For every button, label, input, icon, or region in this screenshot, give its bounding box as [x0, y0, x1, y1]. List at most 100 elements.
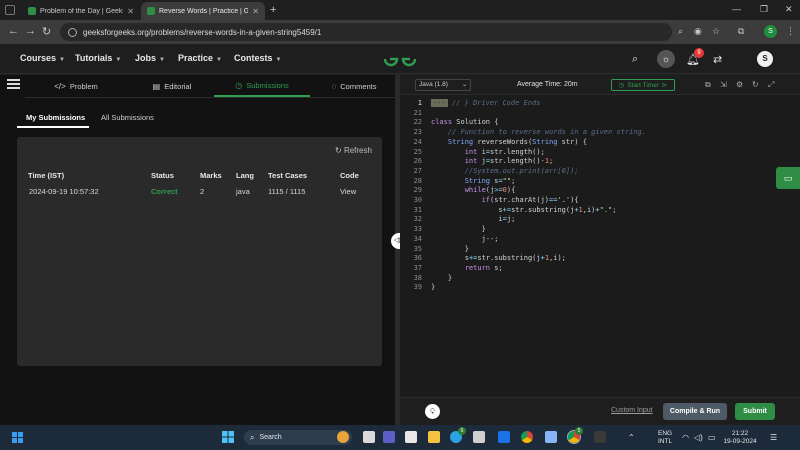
- search-icon: ⌕: [250, 432, 255, 442]
- cell-lang: java: [236, 187, 250, 196]
- browser-menu-icon[interactable]: ⋮: [786, 26, 795, 37]
- menu-courses[interactable]: Courses ▼: [20, 53, 65, 63]
- menu-tutorials[interactable]: Tutorials ▼: [75, 53, 121, 63]
- back-icon[interactable]: ←: [8, 25, 19, 37]
- line-code: }: [431, 244, 469, 253]
- compile-run-button[interactable]: Compile & Run: [663, 403, 727, 420]
- browser-toolbar: ← → ↻ geeksforgeeks.org/problems/reverse…: [0, 20, 800, 44]
- file-explorer-icon[interactable]: [428, 431, 440, 443]
- search-highlight-icon[interactable]: [337, 431, 349, 443]
- reload-icon[interactable]: ↻: [42, 25, 51, 38]
- submit-button[interactable]: Submit: [735, 403, 775, 420]
- search-icon[interactable]: ⌕: [632, 53, 638, 66]
- tab-comments[interactable]: ◌ Comments: [306, 75, 402, 97]
- store-icon[interactable]: [473, 431, 485, 443]
- taskbar-search[interactable]: ⌕ Search: [244, 430, 352, 445]
- site-info-icon[interactable]: [68, 27, 77, 37]
- cell-time: 2024-09-19 10:57:32: [29, 187, 99, 196]
- teams-icon[interactable]: [383, 431, 395, 443]
- menu-practice[interactable]: Practice ▼: [178, 53, 222, 63]
- gfg-logo-icon[interactable]: [382, 50, 418, 68]
- tab-my-submissions[interactable]: My Submissions: [26, 113, 85, 122]
- user-avatar[interactable]: S: [757, 51, 773, 67]
- extensions-icon[interactable]: ⧉: [738, 26, 744, 37]
- cell-status: Correct: [151, 187, 178, 196]
- hide-eye-icon[interactable]: ◉: [694, 26, 702, 37]
- line-number: 37: [413, 263, 422, 272]
- gfg-favicon-icon: [147, 7, 155, 15]
- line-code: }: [431, 273, 453, 282]
- address-bar[interactable]: geeksforgeeks.org/problems/reverse-words…: [60, 23, 672, 41]
- bookmark-star-icon[interactable]: ☆: [712, 26, 720, 37]
- terminal-icon[interactable]: [594, 431, 606, 443]
- hint-bulb-icon[interactable]: 💡︎: [425, 404, 440, 419]
- problem-panel: </> Problem ▤ Editorial ◷ Submissions ◌ Comm…: [0, 75, 395, 425]
- volume-icon[interactable]: ◁): [694, 433, 703, 442]
- theme-toggle-icon[interactable]: ☼: [657, 50, 675, 68]
- menu-jobs[interactable]: Jobs ▼: [135, 53, 165, 63]
- code-icon: </>: [54, 81, 66, 91]
- chrome-icon[interactable]: [521, 431, 533, 443]
- clock-icon: ◷: [235, 80, 243, 90]
- active-subtab-underline: [17, 126, 89, 128]
- settings-icon[interactable]: ⚙: [736, 80, 743, 89]
- translate-icon[interactable]: ⇄: [713, 53, 722, 66]
- chat-icon[interactable]: ▭: [776, 167, 800, 189]
- windows-start-icon[interactable]: [222, 431, 234, 443]
- clock[interactable]: 21:22 19-09-2024: [720, 430, 760, 446]
- tab-problem[interactable]: </> Problem: [28, 75, 124, 97]
- custom-input-link[interactable]: Custom Input: [611, 407, 653, 414]
- chevron-down-icon: ▼: [159, 57, 165, 63]
- language-select[interactable]: Java (1.8) ⌄: [415, 79, 471, 91]
- browser-profile-avatar[interactable]: S: [764, 25, 777, 38]
- weather-widget-icon[interactable]: [12, 432, 23, 443]
- browser-tab-problem-of-the-day[interactable]: Problem of the Day | GeeksforG ✕: [22, 2, 140, 20]
- notification-center-icon[interactable]: ☰: [770, 433, 777, 442]
- close-window-icon[interactable]: ✕: [785, 4, 793, 15]
- notepad-icon[interactable]: [545, 431, 557, 443]
- menu-contests[interactable]: Contests ▼: [234, 53, 281, 63]
- line-number: 23: [413, 128, 422, 137]
- line-number: 39: [413, 283, 422, 292]
- gfg-favicon-icon: [28, 7, 36, 15]
- chevron-up-icon[interactable]: ⌃: [628, 433, 635, 442]
- view-code-link[interactable]: View: [340, 187, 356, 196]
- line-code: s+=str.substring(j+1,i)+".";: [431, 205, 617, 214]
- chevron-down-icon: ▼: [275, 57, 282, 63]
- tab-editorial[interactable]: ▤ Editorial: [124, 75, 220, 97]
- line-code: //System.out.print(arr[0]);: [464, 166, 579, 175]
- zoom-icon[interactable]: ⌕: [678, 26, 683, 37]
- browser-tab-strip: Problem of the Day | GeeksforG ✕ Reverse…: [0, 0, 800, 20]
- reset-icon[interactable]: ↻: [752, 80, 759, 89]
- close-tab-icon[interactable]: ✕: [127, 7, 134, 16]
- copy-icon[interactable]: ⧉: [705, 80, 711, 90]
- minimize-icon[interactable]: —: [732, 4, 741, 14]
- task-view-icon[interactable]: [363, 431, 375, 443]
- tab-search-icon[interactable]: [5, 5, 15, 15]
- wifi-icon[interactable]: ◠: [682, 433, 689, 442]
- line-code: j--;: [431, 234, 499, 243]
- line-number: 34: [413, 234, 422, 243]
- new-tab-icon[interactable]: +: [270, 4, 276, 16]
- widgets-icon[interactable]: [405, 431, 417, 443]
- notification-badge: 9: [694, 48, 704, 58]
- browser-tab-reverse-words[interactable]: Reverse Words | Practice | Geek ✕: [141, 2, 265, 20]
- forward-icon[interactable]: →: [25, 25, 36, 37]
- submissions-table: ↻ Refresh Time (IST) Status Marks Lang T…: [17, 137, 382, 366]
- hamburger-menu-icon[interactable]: [7, 79, 20, 90]
- fullscreen-icon[interactable]: ⤢: [768, 80, 774, 90]
- code-text-area[interactable]: 1 ··· // } Driver Code Ends 21 22 class Solu…: [400, 96, 800, 397]
- tab-all-submissions[interactable]: All Submissions: [101, 113, 154, 122]
- battery-icon[interactable]: ▭: [708, 433, 716, 442]
- column-header-test-cases: Test Cases: [268, 171, 308, 180]
- restore-icon[interactable]: ❐: [760, 4, 768, 15]
- export-icon[interactable]: ⇲: [720, 80, 727, 89]
- refresh-icon: ↻: [335, 146, 344, 155]
- start-timer-button[interactable]: ◷ Start Timer ⊳: [611, 79, 675, 91]
- dell-icon[interactable]: [498, 431, 510, 443]
- close-tab-icon[interactable]: ✕: [252, 7, 259, 16]
- tab-submissions[interactable]: ◷ Submissions: [214, 75, 310, 97]
- line-number: 25: [413, 147, 422, 156]
- input-language[interactable]: ENG INTL: [658, 430, 672, 446]
- refresh-button[interactable]: ↻ Refresh: [335, 146, 372, 155]
